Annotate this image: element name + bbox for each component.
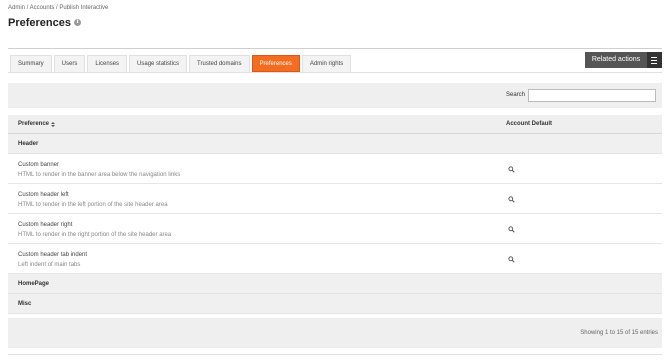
search-label: Search: [506, 92, 526, 98]
page-title: Preferences: [8, 16, 71, 29]
table-row: Custom header tab indent Left indent of …: [8, 244, 662, 274]
tab-usage-statistics[interactable]: Usage statistics: [129, 55, 188, 72]
tab-licenses[interactable]: Licenses: [87, 55, 128, 72]
preference-column-header[interactable]: Preference: [18, 121, 56, 127]
breadcrumb[interactable]: Admin / Accounts / Publish Interactive: [8, 5, 108, 11]
table-row: Custom header right HTML to render in th…: [8, 214, 662, 244]
group-row-misc[interactable]: Misc: [8, 294, 662, 314]
preference-description: Left indent of main tabs: [18, 262, 81, 268]
divider: [8, 354, 662, 355]
group-label: HomePage: [18, 281, 50, 287]
table-header: Preference Account Default: [8, 115, 662, 134]
table-row: Custom header left HTML to render in the…: [8, 184, 662, 214]
divider: [8, 48, 662, 49]
magnifier-icon[interactable]: [508, 166, 515, 173]
tab-users[interactable]: Users: [53, 55, 86, 72]
tab-divider: [8, 72, 662, 73]
tab-summary[interactable]: Summary: [10, 55, 52, 72]
preferences-table: Preference Account Default Header Custom…: [8, 115, 662, 348]
preference-name: Custom header right: [18, 222, 73, 228]
magnifier-icon[interactable]: [508, 256, 515, 263]
related-actions-button[interactable]: Related actions: [585, 52, 662, 68]
magnifier-icon[interactable]: [508, 226, 515, 233]
tab-trusted-domains[interactable]: Trusted domains: [189, 55, 250, 72]
search-bar: Search: [8, 83, 662, 108]
group-row-homepage[interactable]: HomePage: [8, 274, 662, 294]
table-row: Custom banner HTML to render in the bann…: [8, 154, 662, 184]
preference-description: HTML to render in the banner area below …: [18, 172, 181, 178]
title-row: Preferences i: [8, 15, 81, 30]
menu-icon: [650, 56, 659, 64]
table-footer: Showing 1 to 15 of 15 entries: [8, 318, 662, 348]
related-actions-label: Related actions: [591, 56, 641, 63]
preference-name: Custom header tab indent: [18, 252, 88, 258]
preference-name: Custom header left: [18, 192, 69, 198]
related-actions-toggle[interactable]: [647, 52, 662, 68]
tab-preferences[interactable]: Preferences: [251, 55, 300, 72]
entries-info: Showing 1 to 15 of 15 entries: [580, 330, 658, 336]
account-default-column-header: Account Default: [506, 121, 553, 127]
preference-name: Custom banner: [18, 162, 60, 168]
group-label: Header: [18, 141, 39, 147]
group-row-header[interactable]: Header: [8, 134, 662, 154]
preference-description: HTML to render in the left portion of th…: [18, 202, 168, 208]
preference-description: HTML to render in the right portion of t…: [18, 232, 172, 238]
group-label: Misc: [18, 301, 32, 307]
sort-icon[interactable]: [51, 121, 56, 127]
tab-bar: Summary Users Licenses Usage statistics …: [10, 55, 353, 72]
info-icon[interactable]: i: [74, 19, 81, 26]
search-input[interactable]: [528, 89, 656, 102]
preference-column-label: Preference: [18, 121, 50, 127]
magnifier-icon[interactable]: [508, 196, 515, 203]
tab-admin-rights[interactable]: Admin rights: [301, 55, 352, 72]
